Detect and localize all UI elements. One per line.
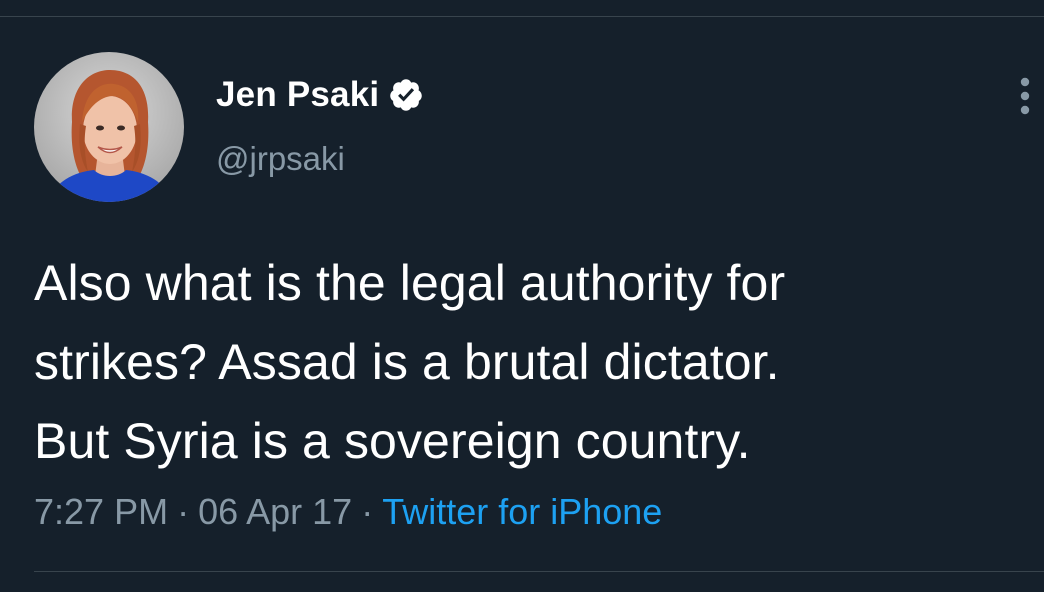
more-options-button[interactable]: [1010, 74, 1040, 118]
tweet-source-link[interactable]: Twitter for iPhone: [382, 491, 662, 532]
author-name-row[interactable]: Jen Psaki: [216, 72, 424, 118]
tweet-metadata: 7:27 PM · 06 Apr 17 · Twitter for iPhone: [34, 489, 662, 535]
display-name[interactable]: Jen Psaki: [216, 75, 379, 115]
avatar-image: [34, 52, 184, 202]
tweet-text-line: strikes? Assad is a brutal dictator.: [34, 334, 780, 390]
tweet-text-line: Also what is the legal authority for: [34, 255, 786, 311]
more-vertical-icon: [1020, 77, 1030, 115]
separator-dot: ·: [177, 491, 190, 532]
tweet-time[interactable]: 7:27 PM: [34, 491, 168, 532]
tweet-date[interactable]: 06 Apr 17: [198, 491, 352, 532]
user-handle[interactable]: @jrpsaki: [216, 140, 345, 178]
avatar[interactable]: [34, 52, 184, 202]
top-divider: [0, 16, 1044, 17]
verified-badge-icon: [388, 77, 424, 113]
bottom-divider: [34, 571, 1044, 572]
tweet-text: Also what is the legal authority for str…: [34, 244, 1024, 481]
tweet-text-line: But Syria is a sovereign country.: [34, 413, 751, 469]
separator-dot: ·: [361, 491, 374, 532]
